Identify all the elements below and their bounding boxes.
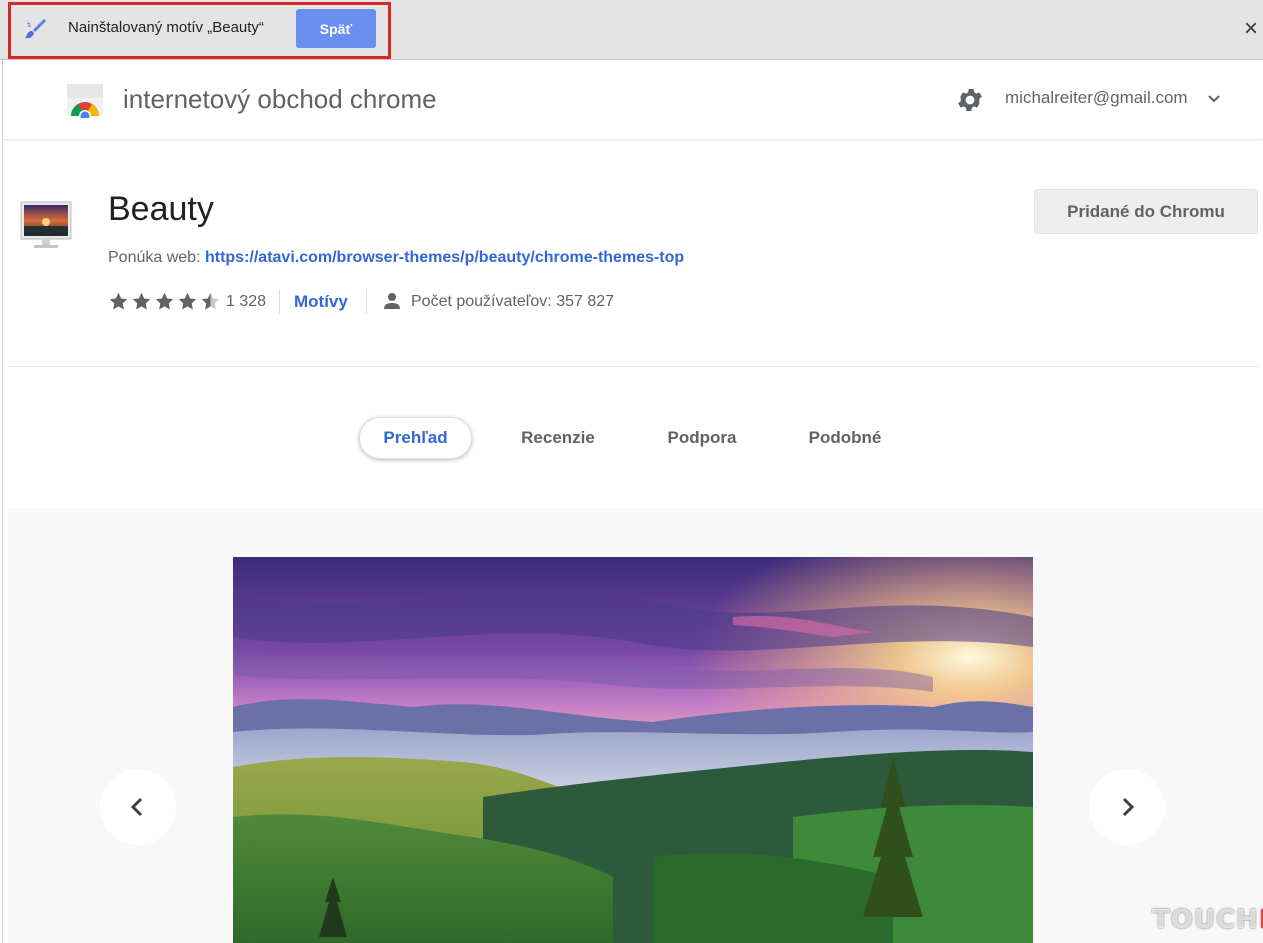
gear-icon[interactable] [955, 85, 985, 115]
tab-related[interactable]: Podobné [793, 417, 897, 459]
gallery-prev-button[interactable] [100, 769, 176, 845]
page-left-border [2, 60, 3, 943]
close-infobar-icon[interactable]: × [1240, 17, 1262, 41]
item-meta-row: 1 328 Motívy Počet používateľov: 357 827 [108, 288, 668, 316]
user-icon [384, 293, 400, 309]
tab-overview[interactable]: Prehľad [359, 417, 472, 459]
star-full-icon [155, 292, 174, 310]
star-half-icon [201, 292, 220, 310]
infobar-message: Nainštalovaný motív „Beauty“ [68, 19, 264, 36]
item-title: Beauty [108, 190, 214, 228]
user-count: Počet používateľov: 357 827 [411, 293, 615, 310]
rating-count[interactable]: 1 328 [226, 293, 266, 311]
account-email[interactable]: michalreiter@gmail.com [1005, 88, 1188, 108]
meta-separator [366, 290, 367, 314]
watermark-part-2: IT [1259, 905, 1263, 935]
touchit-watermark: TOUCHIT [1152, 905, 1263, 935]
star-full-icon [132, 292, 151, 310]
undo-button[interactable]: Späť [296, 9, 376, 48]
store-header: internetový obchod chrome michalreiter@g… [3, 60, 1263, 140]
offered-by: Ponúka web: https://atavi.com/browser-th… [108, 249, 684, 267]
star-full-icon [178, 292, 197, 310]
added-to-chrome-button[interactable]: Pridané do Chromu [1034, 189, 1258, 234]
chevron-right-icon [1122, 797, 1135, 817]
offered-by-link[interactable]: https://atavi.com/browser-themes/p/beaut… [205, 249, 684, 266]
watermark-part-1: TOUCH [1152, 905, 1259, 935]
chevron-down-icon[interactable] [1205, 90, 1223, 108]
meta-separator [279, 290, 280, 314]
category-link[interactable]: Motívy [294, 292, 348, 312]
theme-thumbnail-icon [20, 201, 72, 248]
chevron-left-icon [130, 797, 143, 817]
store-title[interactable]: internetový obchod chrome [123, 84, 437, 115]
section-divider [8, 366, 1258, 367]
gallery-next-button[interactable] [1089, 769, 1165, 845]
tab-support[interactable]: Podpora [652, 417, 752, 459]
theme-preview-image [233, 557, 1033, 943]
chrome-web-store-logo-icon[interactable] [65, 82, 105, 118]
paint-brush-icon [25, 19, 46, 39]
star-full-icon [109, 292, 128, 310]
tab-reviews[interactable]: Recenzie [505, 417, 611, 459]
theme-installed-infobar: Nainštalovaný motív „Beauty“ Späť × [0, 0, 1263, 60]
offered-by-label: Ponúka web: [108, 249, 201, 266]
